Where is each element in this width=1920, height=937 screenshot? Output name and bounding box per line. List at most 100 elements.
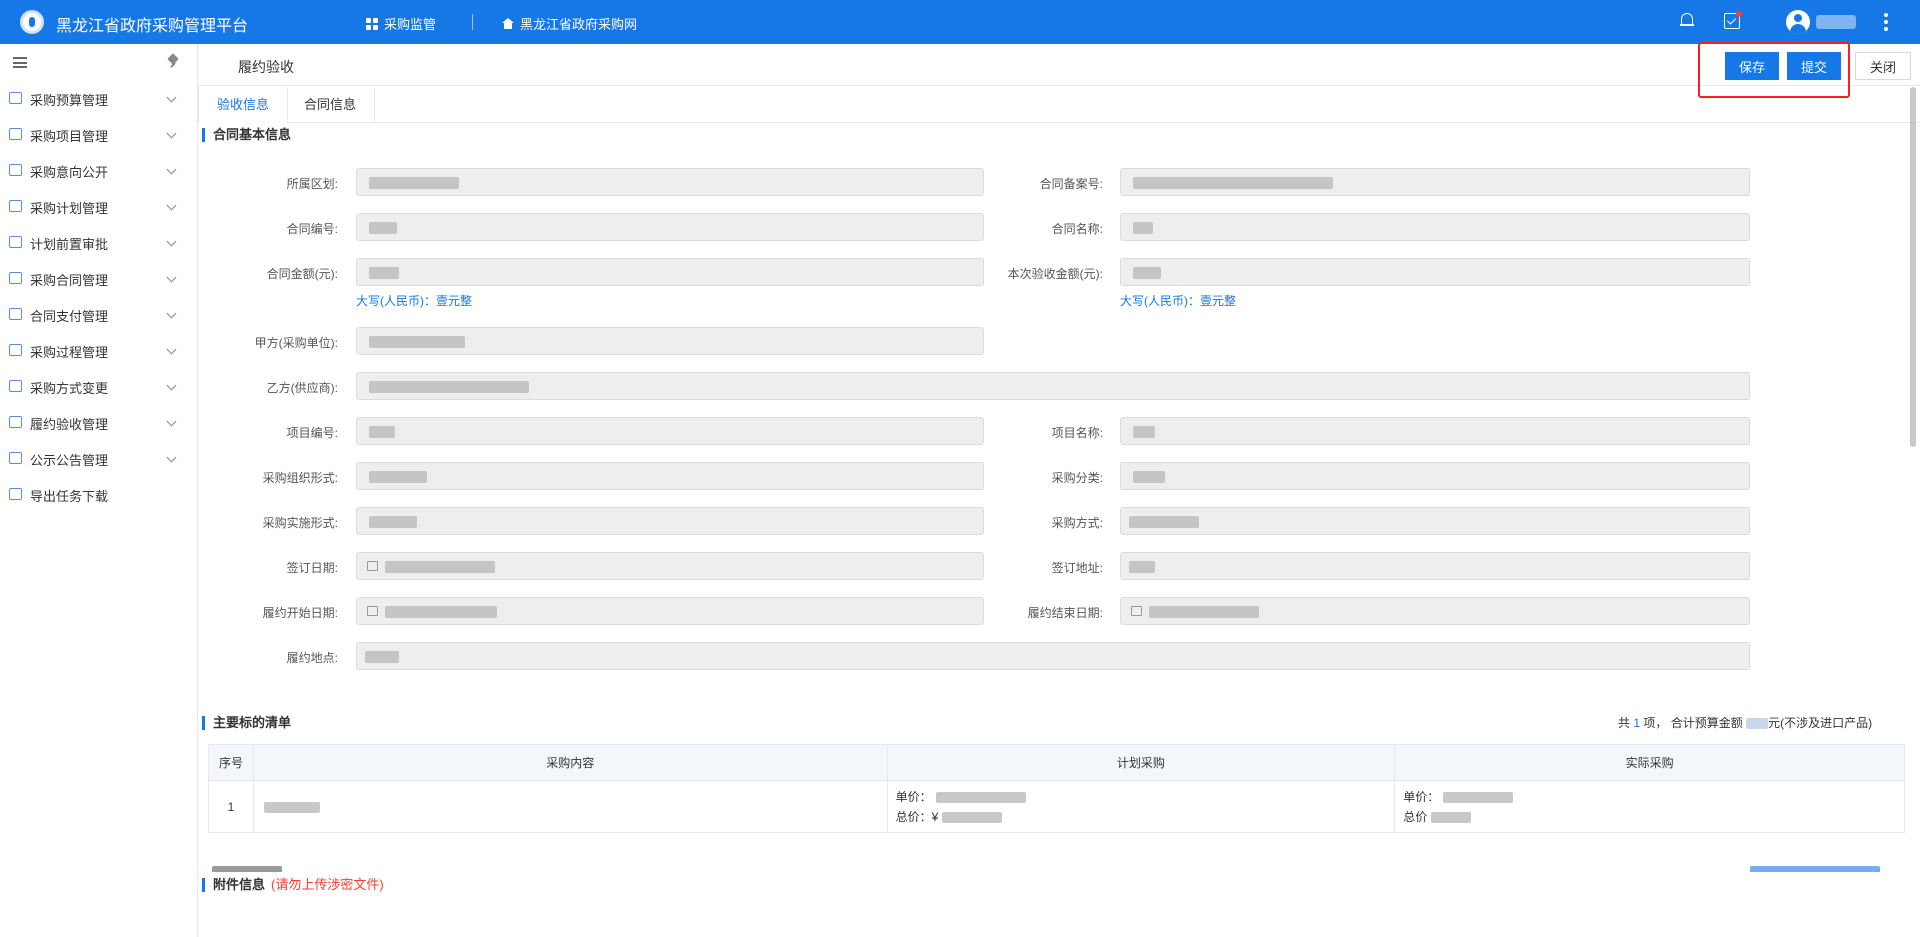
sidebar-item-intention[interactable]: 采购意向公开	[0, 153, 198, 189]
chevron-down-icon	[166, 200, 177, 211]
doc-icon	[9, 164, 22, 176]
accept-amount-field[interactable]	[1120, 258, 1750, 286]
party-a-field[interactable]	[356, 327, 984, 355]
sidebar-item-budget[interactable]: 采购预算管理	[0, 81, 198, 117]
tab-bar: 验收信息 合同信息	[198, 87, 1920, 123]
calendar-icon	[367, 606, 378, 616]
pin-icon[interactable]	[168, 55, 178, 69]
sidebar-item-label: 计划前置审批	[30, 236, 109, 252]
tab-acceptance-info[interactable]: 验收信息	[198, 87, 289, 123]
sidebar-item-notice[interactable]: 公示公告管理	[0, 441, 198, 477]
check-icon	[9, 416, 22, 428]
contract-amount-field[interactable]	[356, 258, 984, 286]
attachment-warning: (请勿上传涉密文件)	[271, 877, 384, 892]
avatar[interactable]	[1786, 10, 1810, 34]
bell-icon[interactable]	[1680, 12, 1694, 28]
stamp-icon	[9, 236, 22, 248]
section-contract-basic: 合同基本信息	[202, 128, 291, 142]
perform-place-field[interactable]	[356, 642, 1750, 670]
sidebar-item-label: 采购过程管理	[30, 344, 109, 360]
region-field[interactable]	[356, 168, 984, 196]
label-record-no: 合同备案号:	[1039, 177, 1103, 191]
col-actual: 实际采购	[1394, 744, 1905, 781]
label-perform-place: 履约地点:	[286, 651, 338, 665]
notification-dot	[1736, 11, 1742, 17]
row-planned: 单价： 总价：¥	[886, 780, 1396, 833]
nav-supervision[interactable]: 采购监管	[366, 14, 436, 33]
label-project-name: 项目名称:	[1051, 426, 1103, 440]
close-button[interactable]: 关闭	[1855, 52, 1911, 80]
sidebar-item-plan[interactable]: 采购计划管理	[0, 189, 198, 225]
label-party-b: 乙方(供应商):	[266, 381, 338, 395]
sign-place-field[interactable]	[1120, 552, 1750, 580]
change-icon	[9, 380, 22, 392]
username-blurred[interactable]	[1816, 15, 1856, 29]
page-title: 履约验收	[238, 59, 294, 75]
save-button[interactable]: 保存	[1725, 52, 1779, 80]
folder-icon	[9, 128, 22, 140]
section-goods-list: 主要标的清单	[202, 716, 291, 730]
label-org-form: 采购组织形式:	[262, 471, 338, 485]
label-contract-name: 合同名称:	[1051, 222, 1103, 236]
chevron-down-icon	[166, 128, 177, 139]
record-no-field[interactable]	[1120, 168, 1750, 196]
page-header: 履约验收 保存 提交 关闭	[198, 42, 1920, 98]
nav-procurement-site[interactable]: 黑龙江省政府采购网	[502, 14, 637, 33]
submit-button[interactable]: 提交	[1787, 52, 1841, 80]
sign-date-field[interactable]	[356, 552, 984, 580]
contract-name-field[interactable]	[1120, 213, 1750, 241]
start-date-field[interactable]	[356, 597, 984, 625]
table-row: 1 单价： 总价：¥ 单价： 总价	[208, 780, 1905, 833]
sidebar-item-pre-approval[interactable]: 计划前置审批	[0, 225, 198, 261]
scrollbar[interactable]	[1910, 87, 1916, 447]
end-date-field[interactable]	[1120, 597, 1750, 625]
sidebar-item-label: 采购合同管理	[30, 272, 109, 288]
sidebar-item-process[interactable]: 采购过程管理	[0, 333, 198, 369]
sidebar-item-project[interactable]: 采购项目管理	[0, 117, 198, 153]
notice-icon	[9, 452, 22, 464]
category-field[interactable]	[1120, 462, 1750, 490]
sidebar-item-label: 采购预算管理	[30, 92, 109, 108]
row-content	[252, 780, 888, 833]
sidebar-item-contract[interactable]: 采购合同管理	[0, 261, 198, 297]
sidebar-item-export[interactable]: 导出任务下载	[0, 477, 198, 513]
sidebar-item-method-change[interactable]: 采购方式变更	[0, 369, 198, 405]
col-planned: 计划采购	[886, 744, 1396, 781]
label-sign-place: 签订地址:	[1051, 561, 1103, 575]
chevron-down-icon	[166, 272, 177, 283]
chevron-down-icon	[166, 416, 177, 427]
impl-form-field[interactable]	[356, 507, 984, 535]
label-party-a: 甲方(采购单位):	[254, 336, 338, 350]
label-method: 采购方式:	[1051, 516, 1103, 530]
party-b-field[interactable]	[356, 372, 1750, 400]
org-form-field[interactable]	[356, 462, 984, 490]
process-icon	[9, 344, 22, 356]
project-name-field[interactable]	[1120, 417, 1750, 445]
label-region: 所属区划:	[286, 177, 338, 191]
menu-toggle-icon[interactable]	[13, 57, 27, 68]
app-title: 黑龙江省政府采购管理平台	[56, 18, 249, 35]
project-no-field[interactable]	[356, 417, 984, 445]
sidebar: 采购预算管理 采购项目管理 采购意向公开 采购计划管理 计划前置审批 采购合同管…	[0, 44, 198, 937]
method-field[interactable]	[1120, 507, 1750, 535]
nav-procurement-site-label: 黑龙江省政府采购网	[520, 17, 638, 32]
label-category: 采购分类:	[1051, 471, 1103, 485]
label-contract-no: 合同编号:	[286, 222, 338, 236]
sidebar-item-payment[interactable]: 合同支付管理	[0, 297, 198, 333]
tab-contract-info[interactable]: 合同信息	[286, 87, 376, 123]
sidebar-item-acceptance[interactable]: 履约验收管理	[0, 405, 198, 441]
payment-icon	[9, 308, 22, 320]
sidebar-item-label: 采购项目管理	[30, 128, 109, 144]
sidebar-item-label: 采购方式变更	[30, 380, 109, 396]
chevron-down-icon	[166, 236, 177, 247]
download-icon	[9, 488, 22, 500]
row-actual: 单价： 总价	[1394, 780, 1905, 833]
more-vertical-icon[interactable]	[1884, 13, 1888, 31]
chevron-down-icon	[166, 380, 177, 391]
nav-supervision-label: 采购监管	[384, 17, 437, 32]
logo-icon	[20, 10, 44, 34]
sidebar-item-label: 合同支付管理	[30, 308, 109, 324]
chevron-down-icon	[166, 164, 177, 175]
contract-no-field[interactable]	[356, 213, 984, 241]
calendar-icon	[9, 200, 22, 212]
